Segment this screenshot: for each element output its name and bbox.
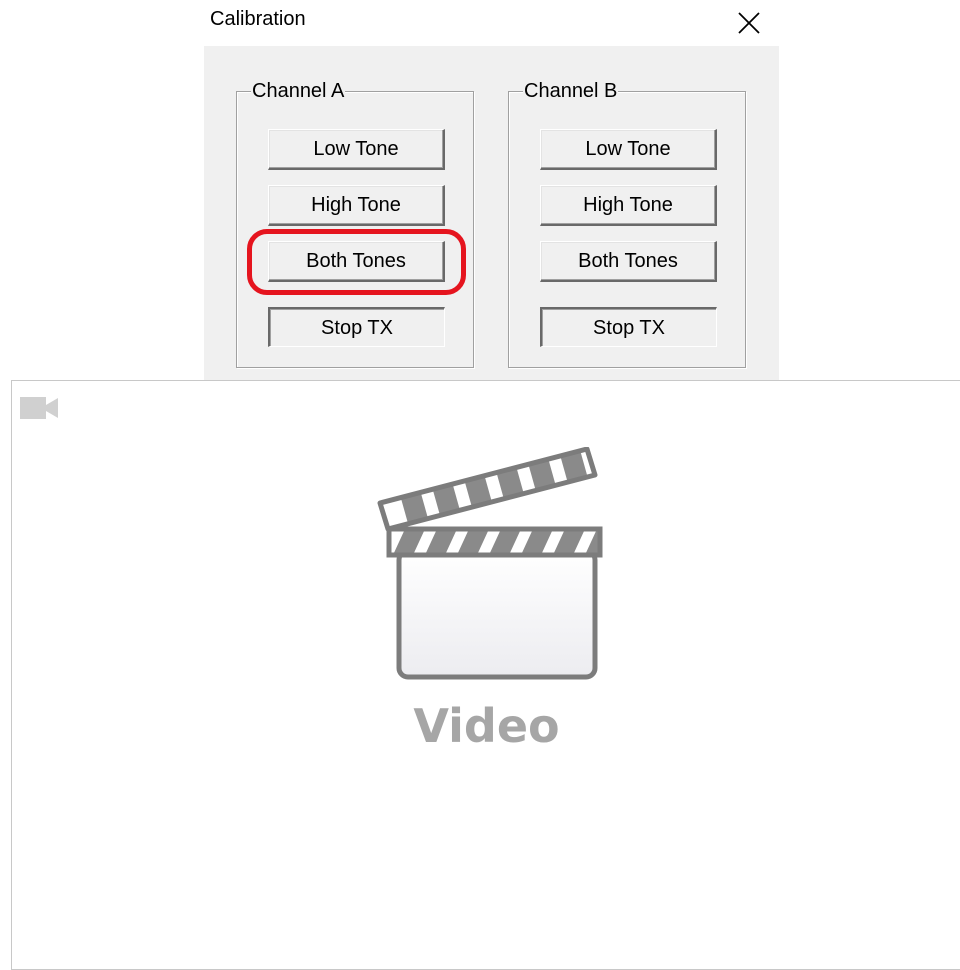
- channel-a-group: Channel A Low Tone High Tone Both Tones …: [236, 80, 474, 368]
- channel-b-group: Channel B Low Tone High Tone Both Tones …: [508, 80, 746, 368]
- channel-b-both-tones-button[interactable]: Both Tones: [540, 241, 717, 282]
- channel-b-stop-tx-button[interactable]: Stop TX: [540, 307, 717, 347]
- dialog-client-area: Channel A Low Tone High Tone Both Tones …: [204, 46, 779, 380]
- dialog-title: Calibration: [210, 8, 306, 30]
- channel-b-low-tone-button[interactable]: Low Tone: [540, 129, 717, 170]
- clapperboard-icon: [377, 447, 603, 680]
- close-button[interactable]: [724, 6, 774, 40]
- channel-a-label: Channel A: [251, 80, 346, 102]
- channel-a-high-tone-button[interactable]: High Tone: [268, 185, 445, 226]
- title-bar: Calibration: [204, 0, 779, 46]
- channel-a-low-tone-button[interactable]: Low Tone: [268, 129, 445, 170]
- video-camera-icon: [20, 397, 58, 419]
- channel-a-both-tones-button[interactable]: Both Tones: [268, 241, 445, 282]
- video-placeholder[interactable]: Video: [11, 380, 960, 970]
- channel-b-label: Channel B: [523, 80, 619, 102]
- channel-a-stop-tx-button[interactable]: Stop TX: [268, 307, 445, 347]
- close-icon: [738, 12, 760, 34]
- calibration-dialog: Calibration Channel A Low Tone High Tone…: [204, 0, 779, 380]
- channel-b-high-tone-button[interactable]: High Tone: [540, 185, 717, 226]
- video-label: Video: [413, 699, 560, 753]
